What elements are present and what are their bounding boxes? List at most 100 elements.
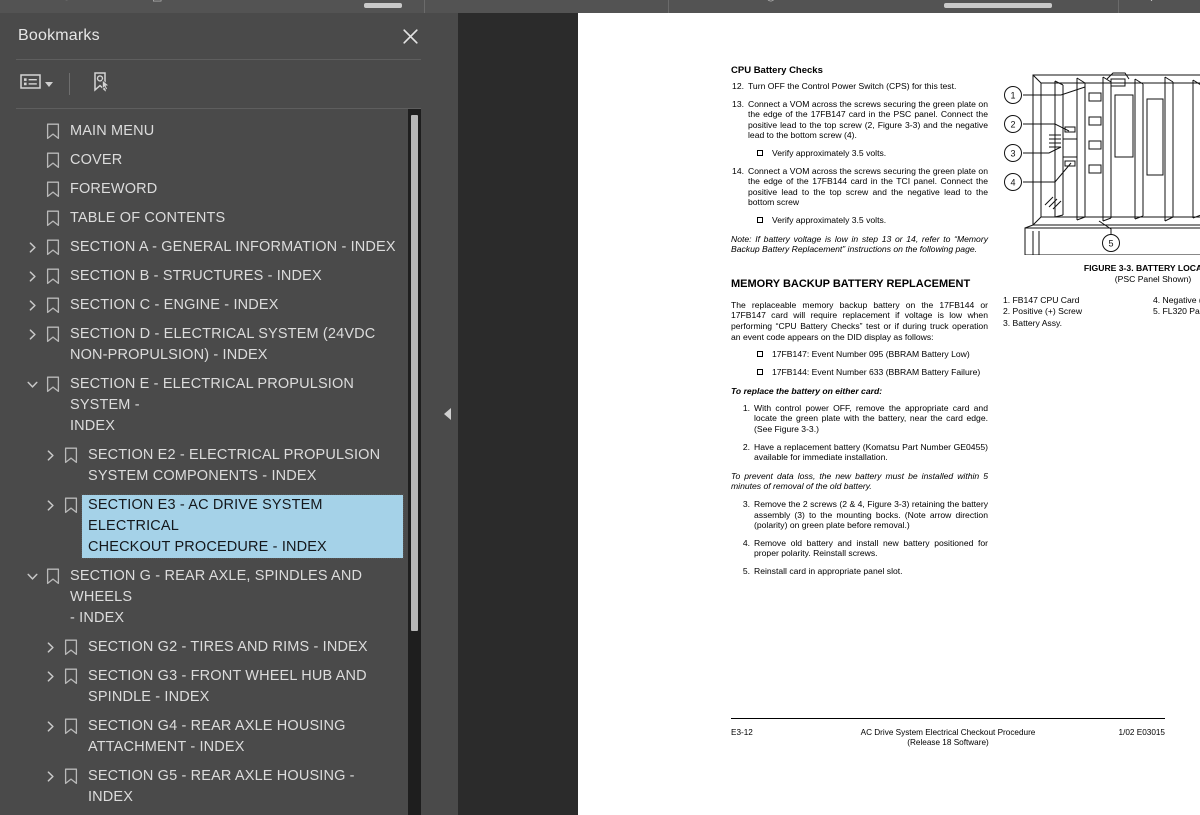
final-step-3: 3. Remove the 2 screws (2 & 4, Figure 3-… — [731, 499, 988, 531]
toolbar-icon-4[interactable]: ↗ — [240, 0, 249, 4]
bookmark-icon — [60, 445, 82, 465]
bookmark-label: FOREWORD — [70, 181, 158, 197]
bookmark-item[interactable]: SECTION D - ELECTRICAL SYSTEM (24VDC NON… — [16, 320, 403, 370]
callout-2: 2 — [1010, 119, 1015, 129]
bookmark-icon — [60, 716, 82, 736]
toolbar-field-1[interactable] — [364, 3, 402, 8]
bookmark-options-button[interactable] — [18, 70, 55, 98]
chevron-right-icon[interactable] — [22, 237, 42, 257]
step-14-number: 14. — [732, 165, 744, 176]
figure-legend-left: 1. FB147 CPU Card 2. Positive (+) Screw … — [1003, 295, 1153, 329]
bookmark-item[interactable]: MAIN MENU — [16, 117, 403, 146]
toolbar-icon-1[interactable]: ☰ — [18, 0, 28, 4]
page-content: CPU Battery Checks 12. Turn OFF the Cont… — [578, 13, 1200, 815]
chevron-down-icon — [45, 81, 53, 87]
bookmark-label: MAIN MENU — [70, 123, 155, 139]
chevron-right-icon[interactable] — [40, 766, 60, 786]
panel-enclosure-illustration: 1 2 3 4 5 E03030 — [1004, 72, 1200, 255]
page-footer: E3-12 AC Drive System Electrical Checkou… — [731, 718, 1165, 749]
event-code-label: 17FB144: Event Number 633 (BBRAM Battery… — [772, 366, 981, 377]
step-13-number: 13. — [732, 98, 744, 109]
chevron-right-icon[interactable] — [40, 666, 60, 686]
callout-3: 3 — [1010, 148, 1015, 158]
callout-5: 5 — [1108, 238, 1113, 248]
bookmark-label: SECTION A - GENERAL INFORMATION - INDEX — [70, 239, 396, 255]
step-14: 14. Connect a VOM across the screws secu… — [731, 166, 988, 208]
replace-battery-lead-in: To replace the battery on either card: — [731, 386, 883, 397]
figure-legend: 1. FB147 CPU Card 2. Positive (+) Screw … — [1003, 295, 1200, 329]
final-step-3-text: Remove the 2 screws (2 & 4, Figure 3-3) … — [754, 499, 988, 531]
document-left-column: CPU Battery Checks 12. Turn OFF the Cont… — [731, 65, 988, 584]
memory-backup-intro: The replaceable memory backup battery on… — [731, 299, 988, 342]
collapse-left-icon[interactable] — [444, 408, 451, 420]
checkbox-icon — [757, 216, 763, 223]
bookmarks-tree[interactable]: MAIN MENU COVER FOREWORD TABLE OF CONTENTS S… — [16, 109, 404, 815]
bookmark-item[interactable]: SECTION E - ELECTRICAL PROPULSION SYSTEM… — [16, 370, 403, 441]
event-code-label: 17FB147: Event Number 095 (BBRAM Battery… — [772, 349, 970, 360]
document-right-column: 1 2 3 4 5 E03030 — [1003, 65, 1200, 329]
bookmark-item[interactable]: SECTION E2 - ELECTRICAL PROPULSION SYSTE… — [16, 441, 403, 491]
close-icon[interactable] — [397, 23, 423, 49]
bookmark-label: TABLE OF CONTENTS — [70, 210, 226, 226]
bookmark-icon — [42, 237, 64, 257]
bookmark-label: SECTION E2 - ELECTRICAL PROPULSION SYSTE… — [88, 447, 381, 484]
chevron-right-icon[interactable] — [22, 266, 42, 286]
bookmark-label: SECTION C - ENGINE - INDEX — [70, 297, 279, 313]
chevron-down-icon[interactable] — [22, 566, 42, 586]
toolbar-icon-6[interactable]: ⋮ — [1146, 0, 1157, 4]
bookmark-item[interactable]: COVER — [16, 146, 403, 175]
footer-title-line1: AC Drive System Electrical Checkout Proc… — [860, 728, 1036, 737]
bookmark-icon — [42, 121, 64, 141]
bookmark-item[interactable]: SECTION E3 - AC DRIVE SYSTEM ELECTRICAL … — [16, 491, 404, 562]
step-12-text: Turn OFF the Control Power Switch (CPS) … — [748, 81, 957, 91]
bookmarks-toolbar — [0, 60, 437, 108]
toolbar-icon-3[interactable]: ▣ — [152, 0, 162, 4]
chevron-right-icon[interactable] — [40, 716, 60, 736]
panel-splitter[interactable] — [437, 13, 458, 815]
replace-step-2: 2. Have a replacement battery (Komatsu P… — [731, 442, 988, 463]
bookmark-label: SECTION G - REAR AXLE, SPINDLES AND WHEE… — [70, 568, 363, 626]
checkbox-item-verify-2: Verify approximately 3.5 volts. — [757, 215, 988, 226]
checkbox-label: Verify approximately 3.5 volts. — [772, 147, 887, 158]
final-step-5: 5. Reinstall card in appropriate panel s… — [731, 566, 988, 577]
chevron-right-icon[interactable] — [22, 295, 42, 315]
bookmark-label: COVER — [70, 152, 123, 168]
toolbar-icon-5[interactable]: ◉ — [766, 0, 776, 4]
bookmark-item[interactable]: SECTION G2 - TIRES AND RIMS - INDEX — [16, 633, 403, 662]
bookmark-icon — [42, 374, 64, 394]
bookmark-icon — [60, 637, 82, 657]
bookmark-item[interactable]: SECTION G - REAR AXLE, SPINDLES AND WHEE… — [16, 562, 403, 633]
pdf-page: CPU Battery Checks 12. Turn OFF the Cont… — [578, 13, 1200, 815]
bookmark-icon — [42, 295, 64, 315]
new-bookmark-button[interactable] — [88, 68, 114, 101]
legend-item: 4. Negative (-) Screw — [1153, 295, 1200, 306]
checkbox-label: Verify approximately 3.5 volts. — [772, 214, 887, 225]
bookmark-label: SECTION G4 - REAR AXLE HOUSING ATTACHMEN… — [88, 718, 346, 755]
bookmarks-scrollbar-thumb[interactable] — [411, 115, 418, 631]
panel-title: Bookmarks — [18, 27, 100, 44]
pdf-viewer-window: ☰ ⊕ ▣ ↗ ◉ ⋮ Bookmarks — [0, 0, 1200, 815]
document-viewer[interactable]: CPU Battery Checks 12. Turn OFF the Cont… — [458, 13, 1200, 815]
chevron-right-icon[interactable] — [40, 637, 60, 657]
replace-step-2-number: 2. — [742, 441, 750, 452]
bookmark-item[interactable]: SECTION G4 - REAR AXLE HOUSING ATTACHMEN… — [16, 712, 403, 762]
checkbox-icon — [757, 149, 763, 156]
toolbar-field-2[interactable] — [944, 3, 1052, 8]
chevron-right-icon[interactable] — [40, 495, 60, 515]
bookmarks-scrollbar[interactable] — [408, 109, 421, 815]
chevron-right-icon[interactable] — [40, 445, 60, 465]
figure-3-3: 1 2 3 4 5 E03030 — [1003, 65, 1200, 329]
toolbar-icon-2[interactable]: ⊕ — [62, 0, 71, 4]
bookmark-item[interactable]: SECTION A - GENERAL INFORMATION - INDEX — [16, 233, 403, 262]
bookmark-item[interactable]: TABLE OF CONTENTS — [16, 204, 403, 233]
toolbar-separator-1 — [424, 0, 425, 13]
bookmark-item[interactable]: SECTION G5 - REAR AXLE HOUSING - INDEX — [16, 762, 403, 812]
chevron-right-icon[interactable] — [22, 324, 42, 344]
bookmark-item[interactable]: SECTION G3 - FRONT WHEEL HUB AND SPINDLE… — [16, 662, 403, 712]
bookmark-item[interactable]: SECTION B - STRUCTURES - INDEX — [16, 262, 403, 291]
final-step-5-number: 5. — [742, 566, 750, 576]
chevron-down-icon[interactable] — [22, 374, 42, 394]
bookmark-item[interactable]: FOREWORD — [16, 175, 403, 204]
bookmark-item[interactable]: SECTION C - ENGINE - INDEX — [16, 291, 403, 320]
bookmark-icon — [42, 566, 64, 586]
